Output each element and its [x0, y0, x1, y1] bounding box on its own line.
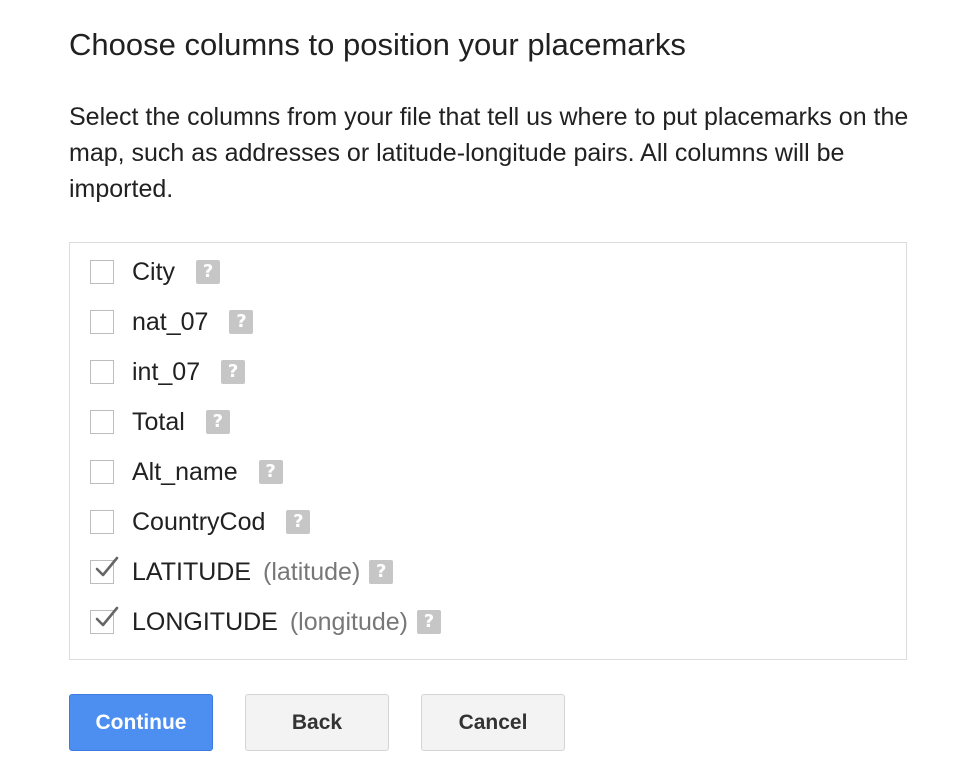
cancel-button[interactable]: Cancel: [421, 694, 565, 751]
column-label: LONGITUDE (longitude)?: [132, 606, 441, 638]
column-row: Alt_name?: [70, 448, 906, 498]
column-checkbox[interactable]: [90, 260, 114, 284]
continue-button[interactable]: Continue: [69, 694, 213, 751]
help-icon[interactable]: ?: [205, 410, 230, 434]
column-label: int_07?: [132, 356, 246, 388]
back-button[interactable]: Back: [245, 694, 389, 751]
help-icon[interactable]: ?: [196, 260, 221, 284]
import-dialog: Choose columns to position your placemar…: [0, 0, 966, 776]
column-name: LONGITUDE: [132, 608, 278, 636]
column-checkbox[interactable]: [90, 310, 114, 334]
checkmark-icon: [95, 556, 119, 577]
help-icon[interactable]: ?: [258, 460, 283, 484]
column-label: City?: [132, 256, 221, 288]
column-checkbox[interactable]: [90, 510, 114, 534]
column-checkbox[interactable]: [90, 410, 114, 434]
column-name: CountryCod: [132, 508, 266, 536]
column-row: nat_07?: [70, 298, 906, 348]
column-type: (latitude): [263, 558, 361, 586]
checkmark-icon: [95, 606, 119, 627]
dialog-title: Choose columns to position your placemar…: [69, 27, 686, 62]
column-name: Alt_name: [132, 458, 238, 486]
dialog-description: Select the columns from your file that t…: [69, 103, 909, 203]
column-row: int_07?: [70, 348, 906, 398]
column-name: LATITUDE: [132, 558, 251, 586]
column-row: City?: [70, 248, 906, 298]
help-icon[interactable]: ?: [221, 360, 246, 384]
help-icon[interactable]: ?: [286, 510, 311, 534]
column-name: Total: [132, 408, 185, 436]
column-name: nat_07: [132, 308, 209, 336]
column-type: (longitude): [289, 608, 408, 636]
help-icon[interactable]: ?: [417, 610, 441, 634]
column-list[interactable]: Country?City?nat_07?int_07?Total?Alt_nam…: [69, 242, 907, 660]
column-list-content: Country?City?nat_07?int_07?Total?Alt_nam…: [70, 243, 906, 648]
column-checkbox[interactable]: [90, 556, 119, 584]
column-row: Total?: [70, 398, 906, 448]
column-label: nat_07?: [132, 306, 254, 338]
column-label: LATITUDE (latitude)?: [132, 556, 394, 588]
column-label: Alt_name?: [132, 456, 283, 488]
column-row: LATITUDE (latitude)?: [70, 548, 906, 598]
column-checkbox[interactable]: [90, 606, 119, 634]
column-row: LONGITUDE (longitude)?: [70, 598, 906, 648]
column-label: Total?: [132, 406, 230, 438]
help-icon[interactable]: ?: [229, 310, 254, 334]
column-checkbox[interactable]: [90, 360, 114, 384]
help-icon[interactable]: ?: [369, 560, 394, 584]
column-name: City: [132, 258, 176, 286]
column-label: CountryCod?: [132, 506, 311, 538]
column-row: CountryCod?: [70, 498, 906, 548]
column-name: int_07: [132, 358, 201, 386]
column-checkbox[interactable]: [90, 460, 114, 484]
